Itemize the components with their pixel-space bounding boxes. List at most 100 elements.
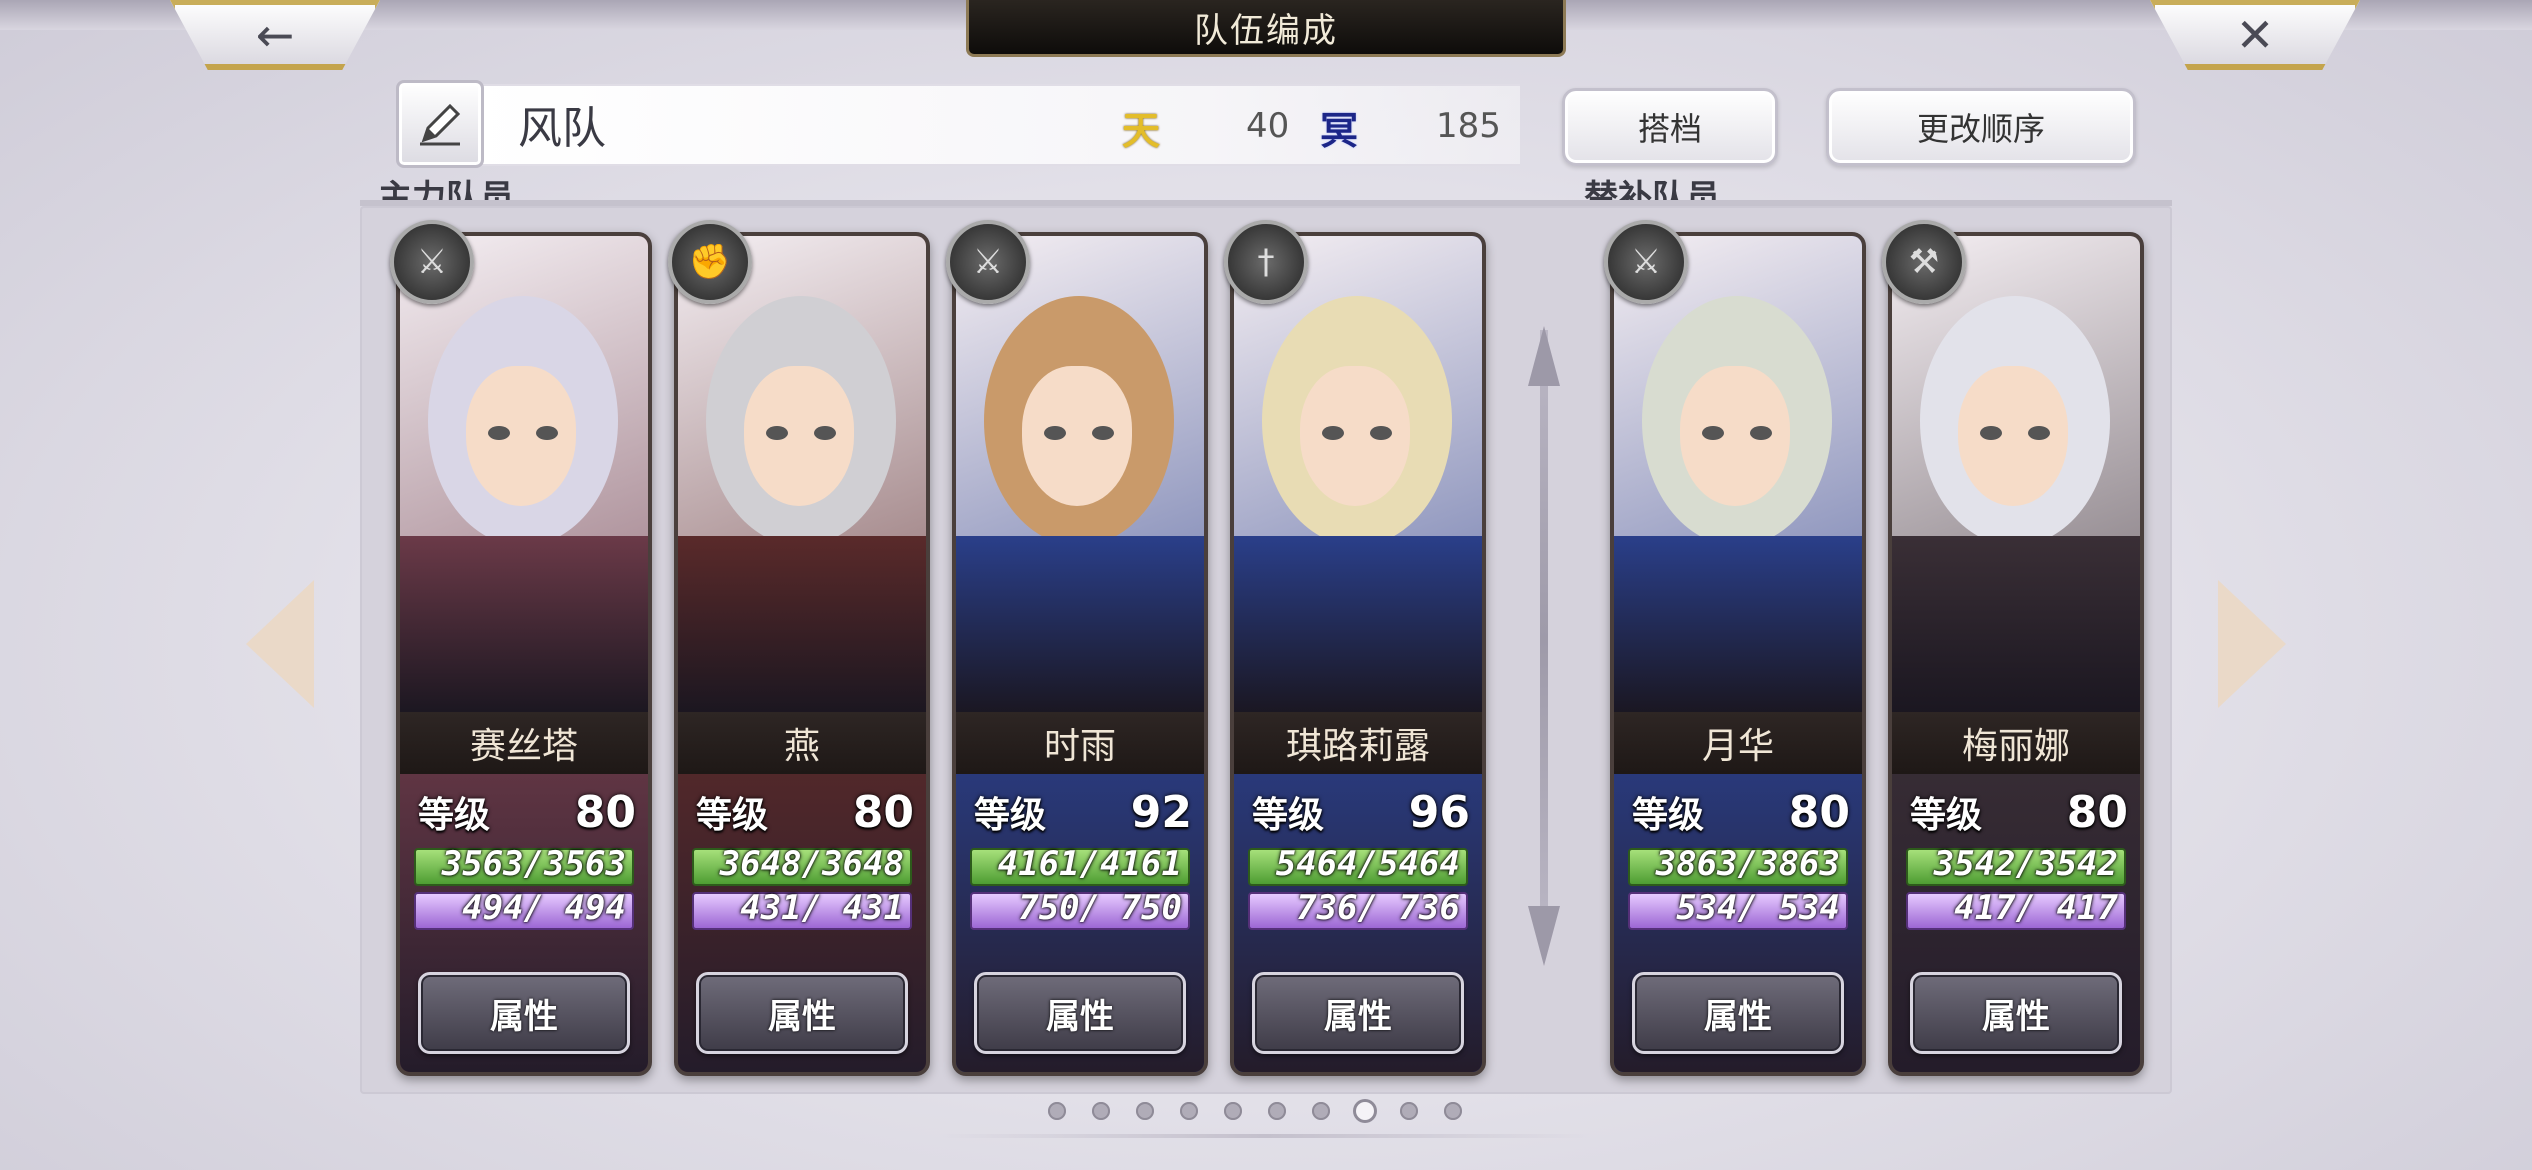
character-portrait [1892,236,2140,716]
character-eye [2028,426,2050,440]
attributes-button[interactable]: 属性 [1910,972,2122,1054]
hp-bar: 3542/3542 [1906,844,2126,886]
level-row: 等级 80 [1632,784,1850,840]
hp-bar: 4161/4161 [970,844,1190,886]
character-eye [1322,426,1344,440]
character-face [1022,366,1132,506]
divider-up-arrow-icon [1528,326,1560,386]
change-order-button[interactable]: 更改顺序 [1826,88,2136,166]
character-eye [488,426,510,440]
main-sub-divider [1540,330,1548,950]
mp-bar: 534/ 534 [1628,888,1848,930]
sky-attribute-icon: 天 [1122,108,1161,153]
character-face [466,366,576,506]
hp-value: 3863/3863 [1655,844,1840,884]
member-card[interactable]: 燕等级 80 3648/3648 431/ 431 属性 [674,232,930,1076]
character-eye [766,426,788,440]
bottom-divider [940,1134,1590,1138]
mp-bar: 431/ 431 [692,888,912,930]
level-value: 80 [852,786,914,838]
member-card[interactable]: 时雨 等级 92 4161/4161 750/ 750 属性 [952,232,1208,1076]
page-dot[interactable] [1312,1102,1330,1120]
attributes-button[interactable]: 属性 [418,972,630,1054]
level-row: 等级 92 [974,784,1192,840]
mp-value: 417/ 417 [1954,888,2118,928]
mp-bar: 417/ 417 [1906,888,2126,930]
page-dot[interactable] [1092,1102,1110,1120]
level-label: 等级 [974,795,1047,836]
fist-icon: ✊ [668,220,752,304]
divider-down-arrow-icon [1528,906,1560,966]
hp-bar: 3563/3563 [414,844,634,886]
attributes-button[interactable]: 属性 [974,972,1186,1054]
character-face [1680,366,1790,506]
level-value: 80 [1788,786,1850,838]
character-face [744,366,854,506]
mp-value: 534/ 534 [1676,888,1840,928]
prev-page-arrow-icon[interactable] [246,580,314,708]
character-name: 琪路莉露 [1234,712,1482,774]
character-eye [1044,426,1066,440]
attributes-button[interactable]: 属性 [1252,972,1464,1054]
character-outfit [400,536,648,716]
hp-value: 3648/3648 [719,844,904,884]
page-dot[interactable] [1268,1102,1286,1120]
mp-value: 736/ 736 [1296,888,1460,928]
character-outfit [1614,536,1862,716]
attributes-button[interactable]: 属性 [696,972,908,1054]
attributes-button[interactable]: 属性 [1632,972,1844,1054]
page-dot-active[interactable] [1356,1102,1374,1120]
page-dot[interactable] [1400,1102,1418,1120]
level-value: 80 [574,786,636,838]
level-value: 96 [1408,786,1470,838]
next-page-arrow-icon[interactable] [2218,580,2286,708]
level-row: 等级 96 [1252,784,1470,840]
member-card[interactable]: 梅丽娜 等级 80 3542/3542 417/ 417 属性 [1888,232,2144,1076]
level-label: 等级 [418,795,491,836]
dark-attribute-icon: 冥 [1320,108,1359,153]
member-card[interactable]: 琪路莉露等级 96 5464/5464 736/ 736 属性 [1230,232,1486,1076]
character-eye [1980,426,2002,440]
edit-team-name-button[interactable] [396,80,484,168]
character-eye [1750,426,1772,440]
page-dot[interactable] [1180,1102,1198,1120]
hp-value: 4161/4161 [997,844,1182,884]
dark-value: 185 [1436,106,1501,146]
hp-value: 5464/5464 [1275,844,1460,884]
page-dot[interactable] [1136,1102,1154,1120]
member-card[interactable]: 赛丝塔 等级 80 3563/3563 494/ 494 属性 [396,232,652,1076]
hp-value: 3542/3542 [1933,844,2118,884]
member-card[interactable]: 月华 等级 80 3863/3863 534/ 534 属性 [1610,232,1866,1076]
back-button[interactable]: ← [170,0,380,70]
hp-bar: 5464/5464 [1248,844,1468,886]
character-eye [814,426,836,440]
character-portrait [1234,236,1482,716]
character-portrait [678,236,926,716]
team-name: 风队 [518,103,606,154]
page-dot[interactable] [1444,1102,1462,1120]
character-portrait [956,236,1204,716]
character-name: 赛丝塔 [400,712,648,774]
page-dot[interactable] [1224,1102,1242,1120]
close-button[interactable]: ✕ [2150,0,2360,70]
back-arrow-icon: ← [255,8,295,62]
level-value: 80 [2066,786,2128,838]
level-label: 等级 [1632,795,1705,836]
hp-bar: 3863/3863 [1628,844,1848,886]
hp-bar: 3648/3648 [692,844,912,886]
character-eye [1702,426,1724,440]
mp-value: 431/ 431 [740,888,904,928]
page-dot[interactable] [1048,1102,1066,1120]
level-row: 等级 80 [418,784,636,840]
pen-icon [420,103,461,146]
character-face [1300,366,1410,506]
character-name: 燕 [678,712,926,774]
partner-button[interactable]: 搭档 [1562,88,1778,166]
sky-value: 40 [1246,106,1290,146]
character-outfit [1892,536,2140,716]
character-name: 梅丽娜 [1892,712,2140,774]
character-eye [1092,426,1114,440]
mp-bar: 750/ 750 [970,888,1190,930]
character-outfit [678,536,926,716]
sword-icon: ⚔ [946,220,1030,304]
